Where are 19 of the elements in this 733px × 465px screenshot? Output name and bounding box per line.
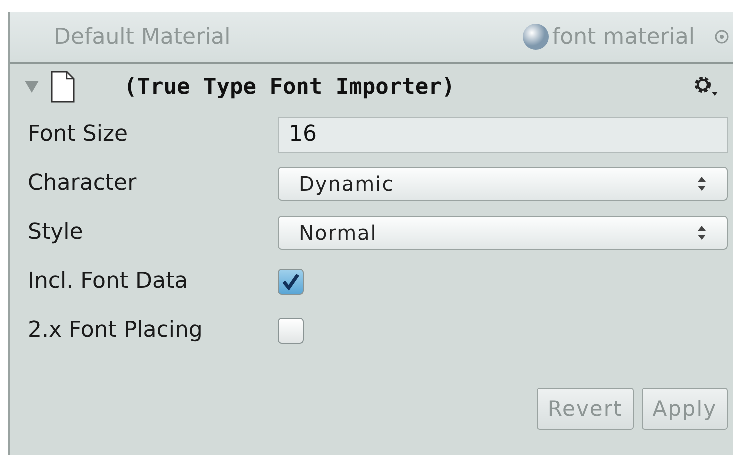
dropdown[interactable]: Normal [278, 216, 728, 250]
dropdown[interactable]: Dynamic [278, 166, 728, 200]
font-size-field[interactable]: 16 [278, 116, 728, 152]
field-label: Style [28, 220, 84, 245]
target-icon[interactable] [715, 30, 729, 44]
up-down-arrows-icon [697, 224, 707, 240]
foldout-triangle-icon[interactable] [24, 80, 40, 94]
default-material-label: Default Material [54, 24, 231, 50]
material-name: font material [552, 24, 695, 50]
field-label: 2.x Font Placing [28, 318, 204, 343]
component-title: (True Type Font Importer) [124, 74, 456, 100]
checkbox[interactable] [278, 268, 304, 294]
field-label: Character [28, 171, 138, 196]
sphere-icon [522, 23, 550, 51]
checkbox[interactable] [278, 318, 304, 344]
document-icon [50, 71, 76, 103]
field-label: Incl. Font Data [28, 269, 190, 294]
up-down-arrows-icon [697, 176, 707, 192]
field-label: Font Size [28, 122, 130, 147]
